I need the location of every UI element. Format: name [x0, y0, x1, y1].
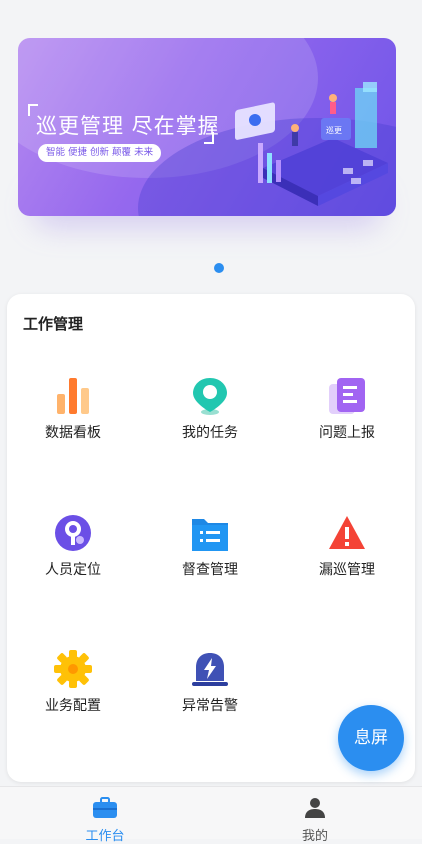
tile-label: 异常告警: [182, 698, 238, 714]
bar-chart-icon: [57, 378, 89, 414]
gear-icon: [54, 650, 92, 688]
nav-item-mine[interactable]: 我的: [265, 797, 365, 844]
tile-issue-report[interactable]: 问题上报: [287, 376, 407, 456]
tile-my-tasks[interactable]: 我的任务: [150, 376, 270, 456]
nav-label: 我的: [301, 829, 328, 844]
tile-data-dashboard[interactable]: 数据看板: [13, 376, 133, 456]
location-pin-icon: [193, 378, 227, 415]
nav-label: 工作台: [85, 829, 125, 844]
tile-abnormal-alarm[interactable]: 异常告警: [150, 649, 270, 729]
person-location-icon: [55, 515, 91, 551]
banner-title: 巡更管理 尽在掌握: [36, 114, 220, 138]
tile-personnel-location[interactable]: 人员定位: [13, 513, 133, 593]
banner-tags: 智能 便捷 创新 颠覆 未来: [38, 144, 162, 162]
folder-list-icon: [192, 519, 228, 551]
tile-label: 业务配置: [45, 698, 101, 714]
illustration-text: 巡更: [326, 125, 342, 135]
tile-label: 我的任务: [182, 425, 238, 441]
tile-label: 数据看板: [45, 425, 101, 441]
bracket-decoration: [204, 132, 214, 144]
screen-off-button[interactable]: 息屏: [338, 705, 404, 771]
carousel-indicator[interactable]: [214, 263, 224, 273]
banner-carousel[interactable]: 巡更管理 尽在掌握 智能 便捷 创新 颠覆 未来 巡更: [18, 38, 396, 228]
nav-item-workbench[interactable]: 工作台: [55, 797, 155, 844]
briefcase-icon: [93, 797, 117, 818]
tile-label: 问题上报: [319, 425, 375, 441]
document-icon: [329, 378, 365, 414]
alarm-light-icon: [192, 653, 228, 686]
warning-icon: [329, 516, 365, 549]
tile-business-config[interactable]: 业务配置: [13, 649, 133, 729]
person-icon: [305, 798, 325, 818]
tile-label: 漏巡管理: [319, 562, 375, 578]
section-title: 工作管理: [23, 315, 84, 333]
tile-label: 督查管理: [182, 562, 238, 578]
patrol-illustration-icon: 巡更: [235, 82, 388, 206]
tile-label: 人员定位: [45, 562, 101, 578]
tile-missed-patrol[interactable]: 漏巡管理: [287, 513, 407, 593]
bottom-nav: 工作台 我的: [0, 786, 422, 844]
banner-slide[interactable]: 巡更管理 尽在掌握 智能 便捷 创新 颠覆 未来 巡更: [18, 38, 396, 216]
tile-inspection-management[interactable]: 督查管理: [150, 513, 270, 593]
